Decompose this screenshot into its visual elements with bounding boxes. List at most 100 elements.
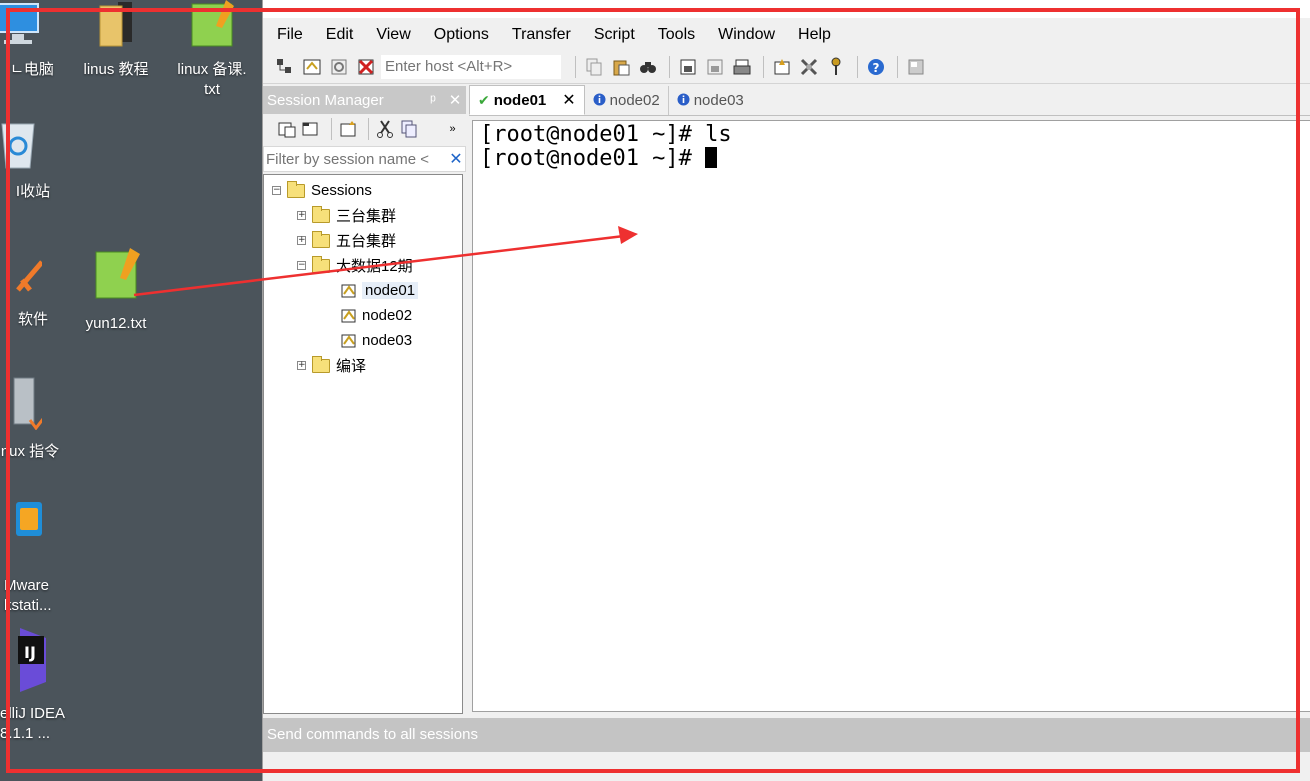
close-tab-icon[interactable]: ✕ (562, 90, 575, 110)
close-icon[interactable]: ✕ (444, 91, 466, 109)
enter-host-input[interactable] (381, 54, 561, 79)
session-manager-toolbar: » (263, 114, 466, 144)
desktop: ㄴ电脑 linus 教程 linux 备课. txt I收站 软件 yun12.… (0, 0, 262, 781)
desktop-icon-label: linus 教程 (83, 61, 149, 78)
find-icon[interactable] (636, 55, 660, 79)
menu-file[interactable]: File (275, 24, 305, 46)
menu-transfer[interactable]: Transfer (510, 24, 573, 46)
session-filter-input[interactable] (264, 150, 447, 168)
desktop-icon-linus-tutorial[interactable]: linus 教程 (68, 0, 164, 80)
recycle-bin-icon (1, 123, 35, 169)
toolbar-separator (330, 118, 332, 140)
terminal-prompt: [root@node01 ~]# (480, 146, 706, 171)
file-shortcut-icon (13, 377, 52, 431)
tab-node02[interactable]: node02 (585, 86, 669, 115)
session-options-icon[interactable] (770, 55, 794, 79)
terminal-line: [root@node01 ~]# (480, 147, 1303, 171)
global-options-icon[interactable] (797, 55, 821, 79)
collapse-icon[interactable]: − (272, 186, 281, 195)
tab-node01[interactable]: ✔ node01 ✕ (469, 85, 585, 115)
tree-label: node02 (362, 307, 413, 324)
tree-session-item[interactable]: node03 (264, 328, 462, 353)
new-session-icon[interactable] (338, 117, 359, 141)
folder-icon (312, 205, 330, 223)
desktop-icon-linux-commands[interactable]: nux 指令 (0, 376, 66, 462)
menu-tools[interactable]: Tools (656, 24, 697, 46)
toolbar-separator (897, 55, 898, 78)
tab-node03[interactable]: node03 (669, 86, 752, 115)
connect-tab-icon[interactable] (301, 117, 322, 141)
menu-window[interactable]: Window (716, 24, 777, 46)
key-icon[interactable] (824, 55, 848, 79)
print-screen-icon[interactable] (676, 55, 700, 79)
tree-label: Sessions (311, 182, 372, 199)
desktop-icon-vmware[interactable]: Mware kstati... (0, 502, 66, 616)
menu-view[interactable]: View (374, 24, 412, 46)
cut-icon[interactable] (374, 117, 395, 141)
paste-icon[interactable] (609, 55, 633, 79)
tab-label: node01 (493, 91, 547, 109)
toolbar-separator (575, 55, 576, 78)
expand-icon[interactable]: + (297, 361, 306, 370)
tree-session-item[interactable]: node01 (264, 278, 462, 303)
expand-icon[interactable]: + (297, 236, 306, 245)
desktop-icon-label: ㄴ电脑 (10, 61, 54, 78)
tree-session-item[interactable]: node02 (264, 303, 462, 328)
desktop-icon-label: Mware kstati... (4, 577, 52, 614)
terminal-area[interactable]: [root@node01 ~]# ls [root@node01 ~]# (472, 120, 1310, 712)
menu-options[interactable]: Options (432, 24, 491, 46)
print-icon[interactable] (730, 55, 754, 79)
tree-folder[interactable]: − 大数据12期 (264, 253, 462, 278)
menu-script[interactable]: Script (592, 24, 637, 46)
help-icon[interactable]: ? (864, 55, 888, 79)
session-icon (341, 334, 356, 347)
terminal-cursor (705, 147, 718, 168)
connect-session-icon[interactable] (277, 117, 298, 141)
desktop-icon-yun12-txt[interactable]: yun12.txt (68, 248, 164, 334)
expand-icon[interactable]: + (297, 211, 306, 220)
copy-icon[interactable] (398, 117, 419, 141)
terminal-line: [root@node01 ~]# ls (480, 122, 732, 147)
collapse-icon[interactable]: − (297, 261, 306, 270)
session-manager-header: Session Manager ᵖ ✕ (263, 86, 466, 114)
intellij-icon: IJ (18, 628, 46, 692)
disconnect-icon[interactable] (354, 55, 378, 79)
main-toolbar: ? (263, 50, 1310, 84)
session-icon (341, 284, 356, 297)
svg-text:?: ? (873, 61, 880, 75)
reconnect-icon[interactable] (327, 55, 351, 79)
connect-icon[interactable] (273, 55, 297, 79)
folder-icon (99, 2, 132, 47)
quick-connect-icon[interactable] (300, 55, 324, 79)
send-commands-bar[interactable]: Send commands to all sessions (263, 718, 1310, 752)
pin-icon[interactable]: ᵖ (422, 92, 444, 109)
copy-icon[interactable] (582, 55, 606, 79)
clear-filter-icon[interactable]: ✕ (447, 149, 465, 169)
print-selection-icon[interactable] (703, 55, 727, 79)
desktop-icon-label: linux 备课. txt (177, 61, 247, 98)
window-layout-icon[interactable] (904, 55, 928, 79)
menu-help[interactable]: Help (796, 24, 833, 46)
tree-root-sessions[interactable]: − Sessions (264, 178, 462, 203)
more-icon[interactable]: » (442, 117, 463, 141)
tree-label: 三台集群 (336, 208, 397, 225)
send-commands-label: Send commands to all sessions (267, 726, 478, 743)
desktop-icon-recycle-bin[interactable]: I收站 (0, 118, 66, 202)
session-icon (341, 309, 356, 322)
desktop-icon-this-pc[interactable]: ㄴ电脑 (0, 0, 66, 80)
check-icon: ✔ (478, 91, 490, 108)
menu-edit[interactable]: Edit (324, 24, 356, 46)
svg-text:IJ: IJ (24, 643, 36, 662)
desktop-icon-label: 软件 (17, 311, 48, 328)
tree-folder[interactable]: + 编译 (264, 353, 462, 378)
vmware-icon (16, 502, 42, 536)
folder-icon (312, 255, 330, 273)
desktop-icon-linux-course-txt[interactable]: linux 备课. txt (164, 0, 260, 100)
toolbar-separator (367, 118, 369, 140)
desktop-icon-software[interactable]: 软件 (0, 250, 66, 330)
desktop-icon-intellij[interactable]: IJ elliJ IDEA 8.1.1 ... (0, 628, 66, 744)
session-manager-panel: Session Manager ᵖ ✕ » Filter by session … (263, 86, 466, 714)
tree-folder[interactable]: + 三台集群 (264, 203, 462, 228)
tree-folder[interactable]: + 五台集群 (264, 228, 462, 253)
window-titlebar (263, 0, 1310, 18)
